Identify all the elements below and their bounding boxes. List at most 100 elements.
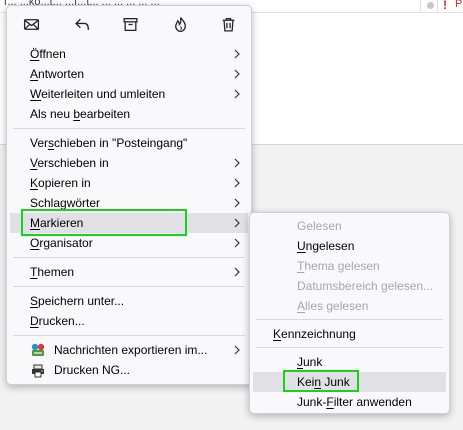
chevron-right-icon — [233, 345, 241, 355]
submenu-item-flag[interactable]: Kennzeichnung — [253, 324, 446, 344]
archive-button[interactable] — [119, 13, 141, 35]
menu-item-print[interactable]: Drucken... — [10, 311, 248, 331]
menu-item-label: lles gelesen — [305, 299, 369, 313]
export-extension-icon — [31, 343, 45, 356]
accesskey: K — [273, 327, 282, 341]
menu-item-label: erschieben in — [37, 156, 109, 170]
submenu-item-run-junk-filter[interactable]: Junk-Filter anwenden — [253, 392, 446, 412]
menu-item-label: Junk — [321, 375, 350, 389]
menu-item-mark[interactable]: Markieren — [10, 213, 248, 233]
context-menu-toolbar — [7, 6, 251, 40]
mark-submenu: Gelesen Ungelesen Thema gelesen Datumsbe… — [249, 212, 450, 414]
accesskey: M — [30, 216, 40, 230]
message-context-menu: Öffnen Antworten Weiterleiten und umleit… — [6, 5, 252, 385]
menu-item-open[interactable]: Öffnen — [10, 44, 248, 64]
menu-item-label: hema gelesen — [304, 259, 380, 273]
reply-icon — [74, 18, 89, 30]
submenu-item-all-read[interactable]: Alles gelesen — [253, 296, 446, 316]
menu-item-label: Schlag — [30, 196, 67, 210]
menu-item-label: Datumsbereich gelesen... — [297, 279, 434, 293]
archive-icon — [122, 17, 138, 31]
accesskey: A — [297, 299, 306, 313]
submenu-item-read[interactable]: Gelesen — [253, 216, 446, 236]
menu-item-forward-redirect[interactable]: Weiterleiten und umleiten — [10, 84, 248, 104]
menu-item-label: peichern unter... — [38, 294, 125, 308]
menu-item-edit-as-new[interactable]: Als neu bearbeiten — [10, 104, 248, 124]
chevron-right-icon — [233, 238, 241, 248]
submenu-item-thread-read[interactable]: Thema gelesen — [253, 256, 446, 276]
menu-item-themes[interactable]: Themen — [10, 262, 248, 282]
menu-separator — [13, 286, 245, 287]
menu-item-label: rganisator — [39, 236, 93, 250]
column-tail-text: P — [455, 0, 463, 10]
accesskey: U — [297, 239, 306, 253]
chevron-right-icon — [233, 89, 241, 99]
delete-button[interactable] — [217, 13, 239, 35]
menu-item-label: earbeiten — [80, 107, 131, 121]
chevron-right-icon — [233, 178, 241, 188]
menu-item-label: ntworten — [38, 67, 85, 81]
menu-item-label: Drucken NG... — [54, 363, 131, 377]
menu-item-label: ennzeichnung — [281, 327, 356, 341]
column-divider — [420, 0, 421, 12]
menu-separator — [13, 335, 245, 336]
trash-icon — [222, 17, 234, 32]
chevron-right-icon — [233, 69, 241, 79]
junk-fire-icon — [174, 16, 186, 32]
menu-separator — [13, 257, 245, 258]
menu-item-copy-to[interactable]: Kopieren in — [10, 173, 248, 193]
menu-item-label: Ver — [30, 136, 49, 150]
accesskey: Ö — [30, 47, 40, 61]
menu-item-export-messages[interactable]: Nachrichten exportieren im... — [10, 340, 248, 360]
menu-item-print-ng[interactable]: Drucken NG... — [10, 360, 248, 380]
priority-marker: ! — [443, 0, 447, 12]
menu-item-label: eiterleiten und umleiten — [41, 87, 166, 101]
menu-item-label: Junk- — [297, 395, 327, 409]
submenu-item-unread[interactable]: Ungelesen — [253, 236, 446, 256]
accesskey: O — [30, 236, 40, 250]
read-status-dot-icon[interactable] — [427, 2, 434, 9]
menu-item-label: ilter anwenden — [333, 395, 412, 409]
chevron-right-icon — [233, 49, 241, 59]
print-ng-icon — [32, 364, 44, 378]
mark-read-button[interactable] — [20, 13, 42, 35]
accesskey: D — [30, 314, 39, 328]
menu-item-label: rucken... — [38, 314, 85, 328]
menu-item-reply[interactable]: Antworten — [10, 64, 248, 84]
menu-item-label: arkieren — [40, 216, 84, 230]
menu-separator — [256, 347, 443, 348]
menu-item-label: opieren in — [38, 176, 91, 190]
column-divider — [437, 0, 438, 12]
reply-button[interactable] — [71, 13, 93, 35]
menu-item-tags[interactable]: Schlagwörter — [10, 193, 248, 213]
submenu-item-date-range-read[interactable]: Datumsbereich gelesen... — [253, 276, 446, 296]
menu-item-save-as[interactable]: Speichern unter... — [10, 291, 248, 311]
menu-item-organizer[interactable]: Organisator — [10, 233, 248, 253]
accesskey: S — [30, 294, 39, 308]
accesskey: K — [30, 176, 39, 190]
accesskey: W — [30, 87, 42, 101]
submenu-item-junk[interactable]: Junk — [253, 352, 446, 372]
chevron-right-icon — [233, 218, 241, 228]
menu-item-move-to[interactable]: Verschieben in — [10, 153, 248, 173]
chevron-right-icon — [233, 267, 241, 277]
menu-item-label: Kei — [297, 375, 315, 389]
menu-item-label: Gelesen — [297, 219, 342, 233]
menu-item-move-to-inbox[interactable]: Verschieben in "Posteingang" — [10, 133, 248, 153]
menu-item-label: hemen — [37, 265, 75, 279]
menu-item-label: chieben in "Posteingang" — [54, 136, 188, 150]
menu-separator — [13, 128, 245, 129]
mark-junk-button[interactable] — [169, 13, 191, 35]
accesskey: F — [326, 395, 334, 409]
menu-item-label: ffnen — [39, 47, 66, 61]
menu-item-label: Nachrichten exportieren im... — [54, 343, 208, 357]
submenu-item-not-junk[interactable]: Kein Junk — [253, 372, 446, 392]
menu-separator — [256, 319, 443, 320]
menu-item-label: Als neu — [30, 107, 74, 121]
chevron-right-icon — [233, 158, 241, 168]
menu-item-label: unk — [303, 355, 323, 369]
menu-item-label: ngelesen — [305, 239, 355, 253]
accesskey: A — [30, 67, 39, 81]
chevron-right-icon — [233, 198, 241, 208]
mail-read-icon — [23, 18, 39, 30]
